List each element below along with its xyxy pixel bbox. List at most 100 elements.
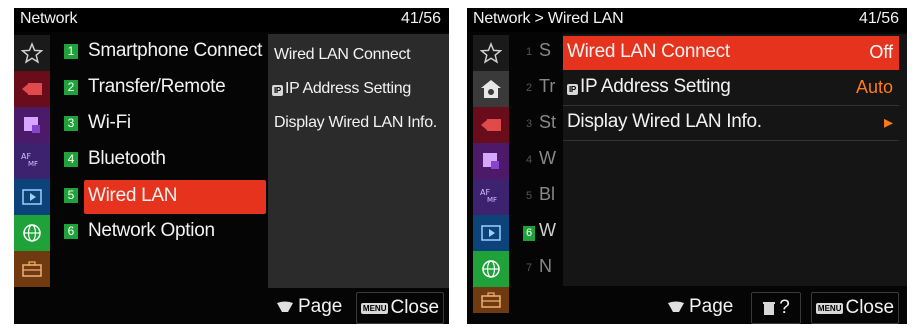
camera-menu-screen-wired-lan: Network > Wired LAN 41/56 AF MF 1 S 2 Tr… (467, 8, 907, 324)
globe-network-icon (482, 260, 500, 278)
preview-item: Display Wired LAN Info. (274, 114, 437, 131)
page-dial-icon (668, 301, 684, 312)
stub-label: S (539, 40, 552, 60)
close-label: Close (390, 297, 440, 318)
setting-label: Display Wired LAN Info. (567, 111, 762, 132)
menu-item-label: Wi-Fi (88, 112, 131, 133)
home-camera-icon (481, 80, 501, 98)
menu-item-wired-lan[interactable]: Wired LAN (84, 180, 266, 214)
playback-icon (481, 225, 501, 241)
tab-exposure[interactable] (473, 143, 509, 179)
menu-number-badge: 3 (64, 116, 78, 131)
setting-label: Wired LAN Connect (567, 41, 730, 62)
toolbox-icon (22, 261, 42, 277)
star-icon (480, 42, 502, 64)
menu-item-label: Wired LAN (88, 185, 178, 206)
stub-number: 5 (525, 190, 533, 202)
category-tabs: AF MF (473, 35, 509, 313)
category-tabs: AF MF (14, 35, 50, 287)
menu-item-network-option[interactable]: Network Option (88, 216, 260, 248)
stub-number: 4 (525, 154, 533, 166)
page-label: Page (689, 296, 734, 317)
preview-item-label: IP Address Setting (284, 80, 411, 97)
svg-text:MF: MF (28, 160, 38, 168)
tab-focus[interactable]: AF MF (473, 179, 509, 215)
image-quality-icon (24, 117, 40, 133)
stub-label: Tr (539, 76, 556, 96)
help-button[interactable]: ? (751, 292, 801, 324)
menu-number-badge: 4 (64, 152, 78, 167)
menu-key-icon: MENU (360, 302, 389, 314)
menu-item-smartphone-connect[interactable]: Smartphone Connect (88, 36, 262, 68)
stub-number: 2 (525, 82, 533, 94)
stub-number-active: 6 (523, 226, 535, 241)
setting-wired-lan-connect[interactable]: Wired LAN Connect Off (563, 36, 899, 70)
ip-chip-icon: IP (272, 85, 283, 96)
star-icon (21, 42, 43, 64)
globe-network-icon (23, 224, 41, 242)
menu-number-badge: 2 (64, 80, 78, 95)
af-mf-icon: AFMF (21, 152, 38, 168)
menu-item-label: Transfer/Remote (88, 76, 226, 97)
setting-label-with-icon: IP IP Address Setting (567, 76, 731, 98)
tab-playback[interactable] (473, 215, 509, 251)
tab-my-menu[interactable] (14, 35, 50, 71)
camera-shoot-icon (481, 119, 501, 131)
tab-shooting[interactable] (473, 107, 509, 143)
close-button[interactable]: MENU Close (811, 292, 899, 324)
image-quality-icon (483, 153, 499, 169)
menu-number-badge: 1 (64, 44, 78, 59)
stub-label: W (539, 148, 556, 168)
tab-shooting[interactable] (14, 71, 50, 107)
setting-ip-address[interactable]: IP IP Address Setting Auto (563, 71, 899, 106)
tab-setup[interactable] (14, 251, 50, 287)
close-button[interactable]: MENU Close (356, 292, 444, 324)
tab-focus[interactable]: AF MF (14, 143, 50, 179)
setting-label: IP Address Setting (579, 76, 731, 97)
stub-number: 7 (525, 262, 533, 274)
page-button[interactable]: Page (667, 292, 733, 322)
tab-network[interactable] (473, 251, 509, 287)
setting-display-wired-lan-info[interactable]: Display Wired LAN Info. ▸ (563, 106, 899, 141)
breadcrumb: Network > Wired LAN (473, 10, 624, 27)
tab-network[interactable] (14, 215, 50, 251)
page-title: Network (20, 10, 78, 27)
menu-item-transfer-remote[interactable]: Transfer/Remote (88, 72, 260, 104)
playback-icon (22, 189, 42, 205)
setting-value: Off (869, 42, 893, 62)
camera-menu-screen-network: Network 41/56 AFMF 1 Smartphone Connect (14, 8, 449, 324)
menu-item-bluetooth[interactable]: Bluetooth (88, 144, 260, 176)
tab-setup[interactable] (473, 287, 509, 313)
page-button[interactable]: Page (276, 292, 342, 322)
tab-exposure[interactable] (14, 107, 50, 143)
stub-number: 3 (525, 118, 533, 130)
camera-shoot-icon (22, 83, 42, 95)
stub-number: 1 (525, 46, 533, 58)
menu-item-wifi[interactable]: Wi-Fi (88, 108, 260, 140)
page-label: Page (298, 296, 343, 317)
tab-my-menu[interactable] (473, 35, 509, 71)
setting-value: Auto (855, 77, 893, 97)
submenu-preview-panel: Wired LAN Connect IP IP Address Setting D… (268, 34, 449, 288)
preview-item: Wired LAN Connect (274, 46, 411, 63)
page-indicator: 41/56 (400, 10, 441, 27)
preview-item-with-icon: IP IP Address Setting (272, 80, 411, 98)
page-indicator: 41/56 (858, 10, 899, 27)
tab-main[interactable] (473, 71, 509, 107)
ip-chip-icon: IP (567, 84, 578, 95)
menu-key-icon: MENU (815, 302, 844, 314)
chevron-right-icon: ▸ (883, 112, 893, 132)
menu-header: Network 41/56 (14, 8, 449, 32)
stub-label: N (539, 256, 552, 276)
stub-label: Bl (539, 184, 556, 204)
menu-item-label: Bluetooth (88, 148, 166, 169)
tab-playback[interactable] (14, 179, 50, 215)
menu-number-badge: 5 (64, 188, 78, 203)
menu-number-badge: 6 (64, 224, 78, 239)
stub-label: St (539, 112, 557, 132)
page-dial-icon (277, 301, 293, 312)
toolbox-icon (481, 292, 501, 308)
trash-icon (763, 302, 776, 315)
af-mf-icon: AFMF (480, 188, 497, 204)
stub-label-active: W (539, 220, 556, 240)
